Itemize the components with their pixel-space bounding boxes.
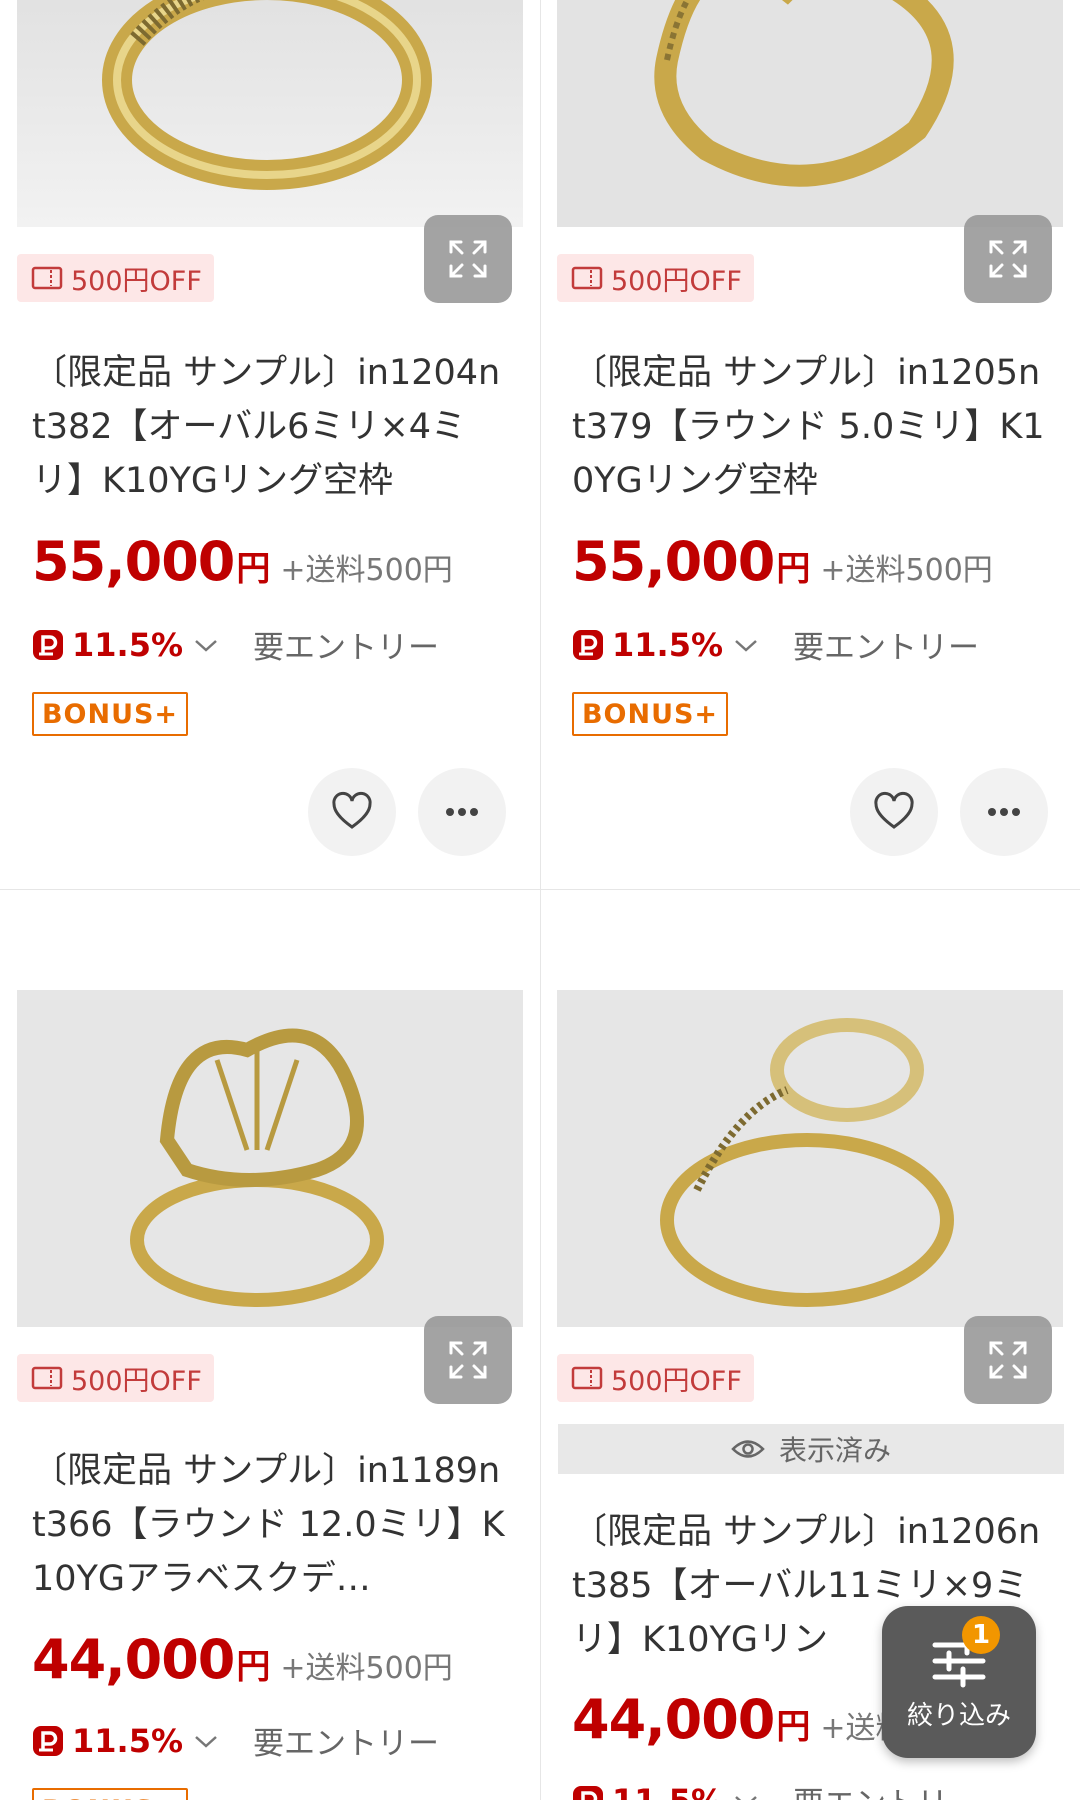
- entry-required: 要エントリー: [253, 630, 440, 666]
- expand-icon: [989, 1341, 1027, 1379]
- bonus-badge: BONUS+: [32, 692, 188, 736]
- bonus-badge: BONUS+: [32, 1788, 188, 1800]
- coupon-ticket-icon: [571, 1366, 603, 1390]
- viewed-label: 表示済み: [778, 1434, 891, 1467]
- product-title[interactable]: 〔限定品 サンプル〕in1204nt382【オーバル6ミリ×4ミリ】K10YGリ…: [32, 346, 510, 508]
- price-yen: 円: [776, 1707, 811, 1747]
- price-row: 44,000 円 +送料5: [572, 1688, 925, 1751]
- shipping-fee: +送料500円: [820, 553, 993, 588]
- entry-required: 要エントリー: [253, 1726, 440, 1762]
- ring-photo: [17, 990, 523, 1327]
- price-value: 55,000: [32, 530, 235, 593]
- product-title[interactable]: 〔限定品 サンプル〕in1189nt366【ラウンド 12.0ミリ】K10YGア…: [32, 1444, 510, 1606]
- shipping-fee: +送料500円: [280, 1651, 453, 1686]
- ring-photo: [557, 990, 1063, 1327]
- filter-button[interactable]: 1 絞り込み: [882, 1606, 1036, 1758]
- point-row[interactable]: 11.5% 要エントリー: [572, 622, 979, 667]
- price-value: 44,000: [572, 1688, 775, 1751]
- expand-icon: [449, 240, 487, 278]
- ring-photo: [557, 0, 1063, 227]
- price-value: 55,000: [572, 530, 775, 593]
- point-row[interactable]: 11.5% 要エントリー: [572, 1778, 979, 1800]
- chevron-down-icon: [735, 1795, 757, 1800]
- column-divider: [540, 0, 541, 1800]
- coupon-label: 500円OFF: [611, 265, 742, 297]
- chevron-down-icon: [195, 639, 217, 652]
- heart-icon: [874, 791, 914, 829]
- coupon-ticket-icon: [31, 1366, 63, 1390]
- coupon-label: 500円OFF: [611, 1365, 742, 1397]
- coupon-badge[interactable]: 500円OFF: [557, 1354, 754, 1402]
- expand-button[interactable]: [964, 215, 1052, 303]
- point-row[interactable]: 11.5% 要エントリー: [32, 1718, 439, 1763]
- coupon-ticket-icon: [571, 266, 603, 290]
- price-yen: 円: [236, 549, 271, 589]
- eye-icon: [731, 1440, 765, 1458]
- product-image[interactable]: [557, 990, 1063, 1327]
- expand-button[interactable]: [424, 215, 512, 303]
- point-rate: 11.5%: [612, 1782, 723, 1800]
- viewed-indicator: 表示済み: [558, 1424, 1064, 1474]
- ring-photo: [17, 0, 523, 227]
- product-image[interactable]: [17, 0, 523, 227]
- product-grid: 500円OFF 〔限定品 サンプル〕in1204nt382【オーバル6ミリ×4ミ…: [0, 0, 1080, 1800]
- product-image[interactable]: [17, 990, 523, 1327]
- more-dots-icon: [988, 808, 1020, 816]
- product-image[interactable]: [557, 0, 1063, 227]
- product-title[interactable]: 〔限定品 サンプル〕in1205nt379【ラウンド 5.0ミリ】K10YGリン…: [572, 346, 1050, 508]
- chevron-down-icon: [735, 639, 757, 652]
- expand-button[interactable]: [424, 1316, 512, 1404]
- price-yen: 円: [776, 549, 811, 589]
- favorite-button[interactable]: [850, 768, 938, 856]
- coupon-badge[interactable]: 500円OFF: [17, 1354, 214, 1402]
- expand-icon: [989, 240, 1027, 278]
- entry-required: 要エントリー: [793, 1778, 979, 1800]
- price-row: 55,000 円 +送料500円: [32, 530, 453, 593]
- coupon-badge[interactable]: 500円OFF: [17, 254, 214, 302]
- favorite-button[interactable]: [308, 768, 396, 856]
- price-value: 44,000: [32, 1628, 235, 1691]
- rakuten-point-icon: [573, 1785, 603, 1800]
- price-row: 44,000 円 +送料500円: [32, 1628, 453, 1691]
- filter-count-badge: 1: [962, 1616, 1000, 1654]
- point-rate: 11.5%: [72, 1721, 184, 1760]
- more-button[interactable]: [418, 768, 506, 856]
- point-rate: 11.5%: [612, 625, 724, 664]
- more-button[interactable]: [960, 768, 1048, 856]
- chevron-down-icon: [195, 1735, 217, 1748]
- price-row: 55,000 円 +送料500円: [572, 530, 993, 593]
- price-yen: 円: [236, 1647, 271, 1687]
- coupon-label: 500円OFF: [71, 265, 202, 297]
- rakuten-point-icon: [33, 629, 63, 660]
- point-rate: 11.5%: [72, 625, 184, 664]
- expand-icon: [449, 1341, 487, 1379]
- rakuten-point-icon: [33, 1725, 63, 1756]
- entry-required: 要エントリー: [793, 630, 980, 666]
- expand-button[interactable]: [964, 1316, 1052, 1404]
- filter-label: 絞り込み: [906, 1700, 1011, 1731]
- coupon-label: 500円OFF: [71, 1365, 202, 1397]
- point-row[interactable]: 11.5% 要エントリー: [32, 622, 439, 667]
- more-dots-icon: [446, 808, 478, 816]
- heart-icon: [332, 791, 372, 829]
- coupon-badge[interactable]: 500円OFF: [557, 254, 754, 302]
- bonus-badge: BONUS+: [572, 692, 728, 736]
- shipping-fee: +送料500円: [280, 553, 453, 588]
- row-divider: [0, 889, 1080, 890]
- coupon-ticket-icon: [31, 266, 63, 290]
- rakuten-point-icon: [573, 629, 603, 660]
